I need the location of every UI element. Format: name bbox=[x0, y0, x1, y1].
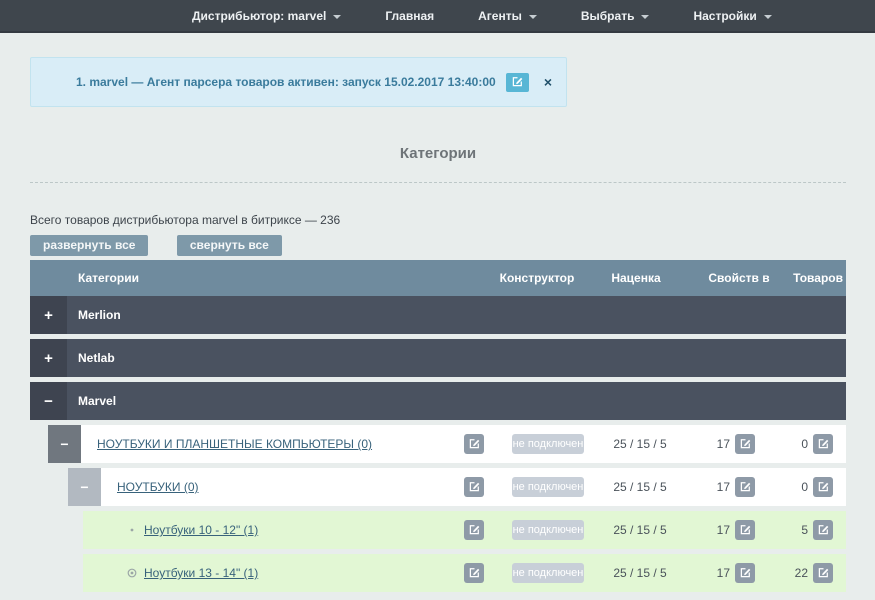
products-edit-button[interactable] bbox=[813, 434, 833, 454]
category-edit-button[interactable] bbox=[464, 477, 484, 497]
chevron-down-icon bbox=[529, 15, 537, 19]
products-count: 0 bbox=[801, 437, 808, 451]
collapse-icon[interactable]: − bbox=[68, 468, 101, 506]
nav-distributor-dropdown[interactable]: Дистрибьютор: marvel bbox=[192, 9, 341, 23]
edit-icon bbox=[469, 566, 480, 581]
edit-icon bbox=[512, 75, 523, 90]
props-count: 17 bbox=[717, 437, 730, 451]
edit-icon bbox=[818, 480, 829, 495]
expand-all-button[interactable]: развернуть все bbox=[30, 235, 148, 256]
markup-value: 25 / 15 / 5 bbox=[596, 437, 684, 451]
bullet-circle-icon bbox=[127, 568, 137, 578]
edit-icon bbox=[740, 566, 751, 581]
edit-icon bbox=[740, 523, 751, 538]
group-row-netlab: + Netlab bbox=[30, 339, 846, 377]
nav-settings-dropdown[interactable]: Настройки bbox=[693, 9, 771, 23]
group-label: Netlab bbox=[78, 351, 115, 365]
nav-home-label: Главная bbox=[385, 9, 434, 23]
products-edit-button[interactable] bbox=[813, 563, 833, 583]
products-edit-button[interactable] bbox=[813, 477, 833, 497]
status-badge: не подключен bbox=[512, 477, 584, 497]
products-count: 0 bbox=[801, 480, 808, 494]
nav-agents-dropdown[interactable]: Агенты bbox=[478, 9, 537, 23]
products-edit-button[interactable] bbox=[813, 520, 833, 540]
group-row-marvel: − Marvel bbox=[30, 382, 846, 420]
props-edit-button[interactable] bbox=[735, 520, 755, 540]
products-count: 5 bbox=[801, 523, 808, 537]
edit-icon bbox=[818, 566, 829, 581]
chevron-down-icon bbox=[333, 15, 341, 19]
props-edit-button[interactable] bbox=[735, 477, 755, 497]
agent-edit-button[interactable] bbox=[506, 73, 529, 92]
category-edit-button[interactable] bbox=[464, 563, 484, 583]
total-products-summary: Всего товаров дистрибьютора marvel в бит… bbox=[30, 213, 846, 227]
header-markup: Наценка bbox=[586, 260, 686, 296]
category-row-notebooks-10-12: Ноутбуки 10 - 12" (1) не подключен 25 / … bbox=[83, 511, 846, 549]
close-icon[interactable]: × bbox=[544, 75, 552, 89]
edit-icon bbox=[740, 437, 751, 452]
header-constructor: Конструктор bbox=[477, 260, 597, 296]
header-categories: Категории bbox=[30, 271, 139, 285]
group-label: Marvel bbox=[78, 394, 116, 408]
agent-status-alert: 1. marvel — Агент парсера товаров активе… bbox=[30, 57, 567, 107]
edit-icon bbox=[818, 523, 829, 538]
nav-agents-label: Агенты bbox=[478, 9, 522, 23]
page-title: Категории bbox=[30, 145, 846, 162]
category-row-notebooks: − НОУТБУКИ (0) не подключен 25 / 15 / 5 … bbox=[68, 468, 846, 506]
category-link[interactable]: НОУТБУКИ И ПЛАНШЕТНЫЕ КОМПЬЮТЕРЫ (0) bbox=[97, 437, 372, 451]
edit-icon bbox=[469, 437, 480, 452]
category-edit-button[interactable] bbox=[464, 434, 484, 454]
props-edit-button[interactable] bbox=[735, 563, 755, 583]
expand-icon[interactable]: + bbox=[30, 296, 67, 334]
status-badge: не подключен bbox=[512, 520, 584, 540]
category-link[interactable]: Ноутбуки 13 - 14" (1) bbox=[144, 566, 258, 580]
nav-select-dropdown[interactable]: Выбрать bbox=[581, 9, 650, 23]
markup-value: 25 / 15 / 5 bbox=[596, 480, 684, 494]
chevron-down-icon bbox=[764, 15, 772, 19]
table-header: Категории Конструктор Наценка Свойств в … bbox=[30, 260, 846, 296]
edit-icon bbox=[740, 480, 751, 495]
props-edit-button[interactable] bbox=[735, 434, 755, 454]
status-badge: не подключен bbox=[512, 434, 584, 454]
edit-icon bbox=[469, 523, 480, 538]
props-count: 17 bbox=[717, 523, 730, 537]
category-row-notebooks-tablets: − НОУТБУКИ И ПЛАНШЕТНЫЕ КОМПЬЮТЕРЫ (0) н… bbox=[48, 425, 846, 463]
products-count: 22 bbox=[795, 566, 808, 580]
markup-value: 25 / 15 / 5 bbox=[596, 566, 684, 580]
edit-icon bbox=[818, 437, 829, 452]
edit-icon bbox=[469, 480, 480, 495]
nav-select-label: Выбрать bbox=[581, 9, 635, 23]
agent-status-message: 1. marvel — Агент парсера товаров активе… bbox=[76, 75, 496, 89]
category-link[interactable]: Ноутбуки 10 - 12" (1) bbox=[144, 523, 258, 537]
dashed-divider bbox=[30, 182, 846, 183]
props-count: 17 bbox=[717, 480, 730, 494]
nav-settings-label: Настройки bbox=[693, 9, 756, 23]
props-count: 17 bbox=[717, 566, 730, 580]
expand-icon[interactable]: + bbox=[30, 339, 67, 377]
chevron-down-icon bbox=[641, 15, 649, 19]
status-badge: не подключен bbox=[512, 563, 584, 583]
nav-home[interactable]: Главная bbox=[385, 9, 434, 23]
group-row-merlion: + Merlion bbox=[30, 296, 846, 334]
header-products: Товаров bbox=[763, 260, 843, 296]
category-row-notebooks-13-14: Ноутбуки 13 - 14" (1) не подключен 25 / … bbox=[83, 554, 846, 592]
collapse-all-button[interactable]: свернуть все bbox=[177, 235, 282, 256]
category-edit-button[interactable] bbox=[464, 520, 484, 540]
nav-distributor-label: Дистрибьютор: marvel bbox=[192, 9, 326, 23]
top-navbar: Дистрибьютор: marvel Главная Агенты Выбр… bbox=[0, 0, 875, 33]
category-link[interactable]: НОУТБУКИ (0) bbox=[117, 480, 199, 494]
collapse-icon[interactable]: − bbox=[48, 425, 81, 463]
group-label: Merlion bbox=[78, 308, 121, 322]
bullet-circle-icon bbox=[127, 525, 137, 535]
markup-value: 25 / 15 / 5 bbox=[596, 523, 684, 537]
collapse-icon[interactable]: − bbox=[30, 382, 67, 420]
